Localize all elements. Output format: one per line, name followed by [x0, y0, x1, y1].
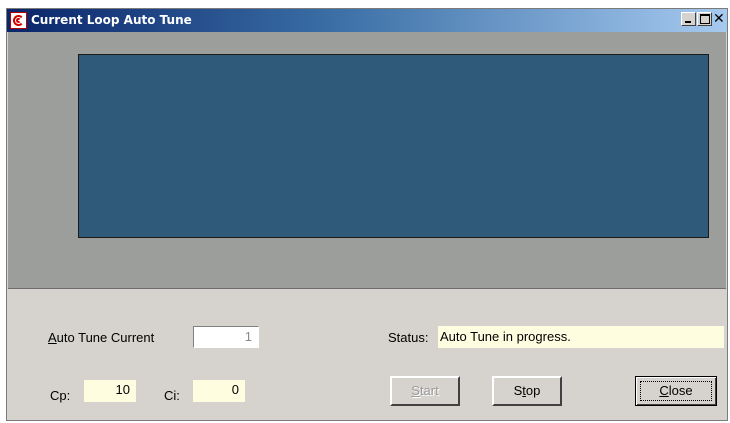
minimize-button[interactable] — [681, 12, 696, 26]
status-field: Auto Tune in progress. — [438, 326, 724, 348]
controls-panel: Auto Tune Current 1 Status: Auto Tune in… — [8, 292, 726, 420]
plot-panel — [78, 54, 709, 238]
start-button[interactable]: Start — [390, 376, 460, 406]
cp-label: Cp: — [50, 388, 71, 403]
ci-field[interactable]: 0 — [193, 380, 245, 402]
ci-label: Ci: — [164, 388, 180, 403]
close-button[interactable]: Close — [635, 376, 717, 406]
auto-tune-current-field[interactable]: 1 — [193, 326, 259, 348]
close-window-icon[interactable]: ✕ — [713, 10, 725, 28]
status-label: Status: — [388, 330, 429, 345]
cp-field[interactable]: 10 — [84, 380, 136, 402]
maximize-button[interactable] — [697, 12, 712, 26]
stop-button[interactable]: Stop — [492, 376, 562, 406]
auto-tune-current-label: Auto Tune Current — [48, 330, 155, 345]
title-bar[interactable]: Current Loop Auto Tune ✕ — [7, 9, 727, 32]
window-title: Current Loop Auto Tune — [31, 13, 192, 27]
auto-tune-window: Current Loop Auto Tune ✕ Auto Tune Curre… — [6, 8, 728, 421]
graph-area — [8, 32, 726, 289]
app-logo-icon — [10, 12, 27, 29]
